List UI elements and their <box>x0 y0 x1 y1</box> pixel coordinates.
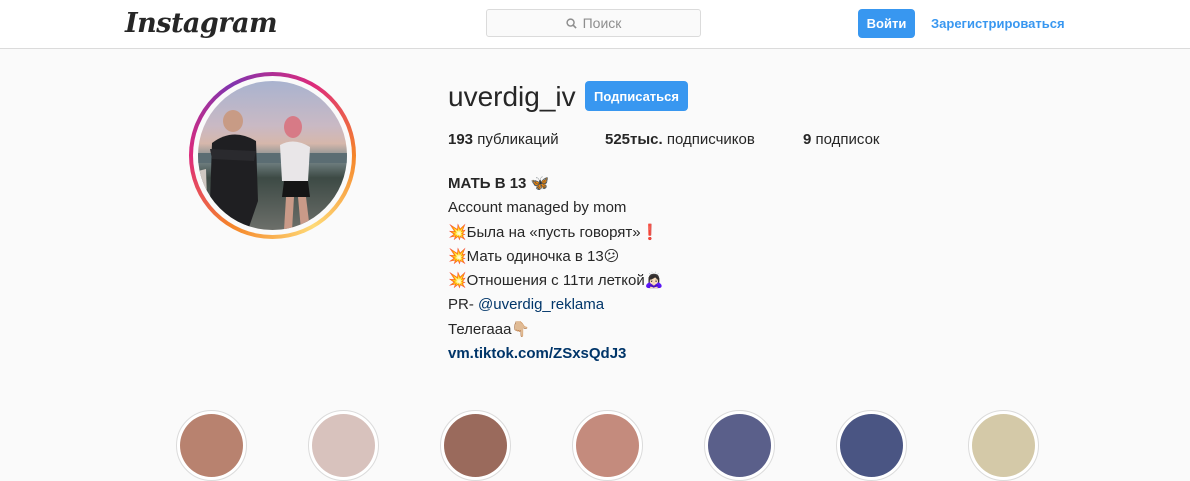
story-highlight[interactable] <box>968 410 1039 481</box>
bio-line: Account managed by mom <box>448 199 627 217</box>
story-highlight-cover <box>972 414 1035 477</box>
profile-full-name: МАТЬ В 13 🦋 <box>448 175 550 192</box>
pr-mention-link[interactable]: @uverdig_reklama <box>478 296 604 313</box>
bio-line: Телегааа👇🏼 <box>448 320 531 338</box>
posts-count: 193 <box>448 131 474 148</box>
bio-line: 💥Отношения с 11ти леткой🙇🏻‍♀️ <box>448 272 664 290</box>
bio-line: 💥Мать одиночка в 13😕 <box>448 247 620 265</box>
story-highlight-cover <box>840 414 903 477</box>
profile-bio: МАТЬ В 13 🦋 Account managed by mom 💥Была… <box>448 172 663 366</box>
profile-username: uverdig_iv <box>448 81 576 112</box>
story-highlight[interactable] <box>704 410 775 481</box>
following-count: 9 <box>803 131 812 148</box>
signup-link[interactable]: Зарегистрироваться <box>931 16 1065 31</box>
story-highlight[interactable] <box>308 410 379 481</box>
story-highlight-cover <box>180 414 243 477</box>
story-highlight-cover <box>576 414 639 477</box>
story-highlight-cover <box>708 414 771 477</box>
avatar-photo <box>198 81 347 230</box>
followers-label: подписчиков <box>666 131 755 148</box>
pr-prefix: PR- <box>448 296 478 314</box>
top-navigation-bar: Instagram Поиск Войти Зарегистрироваться <box>0 0 1190 49</box>
instagram-logo[interactable]: Instagram <box>125 8 278 39</box>
story-highlight[interactable] <box>440 410 511 481</box>
avatar-image <box>198 110 347 230</box>
follow-button[interactable]: Подписаться <box>585 81 688 111</box>
story-highlight[interactable] <box>836 410 907 481</box>
search-input[interactable]: Поиск <box>486 9 701 37</box>
story-highlight-cover <box>444 414 507 477</box>
story-highlight-cover <box>312 414 375 477</box>
profile-external-link[interactable]: vm.tiktok.com/ZSxsQdJ3 <box>448 342 663 366</box>
following-label: подписок <box>815 131 880 148</box>
profile-avatar[interactable] <box>189 72 356 239</box>
story-highlight[interactable] <box>176 410 247 481</box>
followers-stat[interactable]: 525тыс. подписчиков <box>605 131 755 148</box>
bio-pr-line: PR- @uverdig_reklama <box>448 293 663 317</box>
posts-label: публикаций <box>477 131 559 148</box>
followers-count: 525тыс. <box>605 131 663 148</box>
search-placeholder: Поиск <box>582 15 622 31</box>
bio-line: 💥Была на «пусть говорят»❗ <box>448 223 660 241</box>
login-button[interactable]: Войти <box>858 9 915 38</box>
posts-stat: 193 публикаций <box>448 131 559 148</box>
story-highlight[interactable] <box>572 410 643 481</box>
following-stat[interactable]: 9 подписок <box>803 131 879 148</box>
search-icon <box>565 17 577 29</box>
